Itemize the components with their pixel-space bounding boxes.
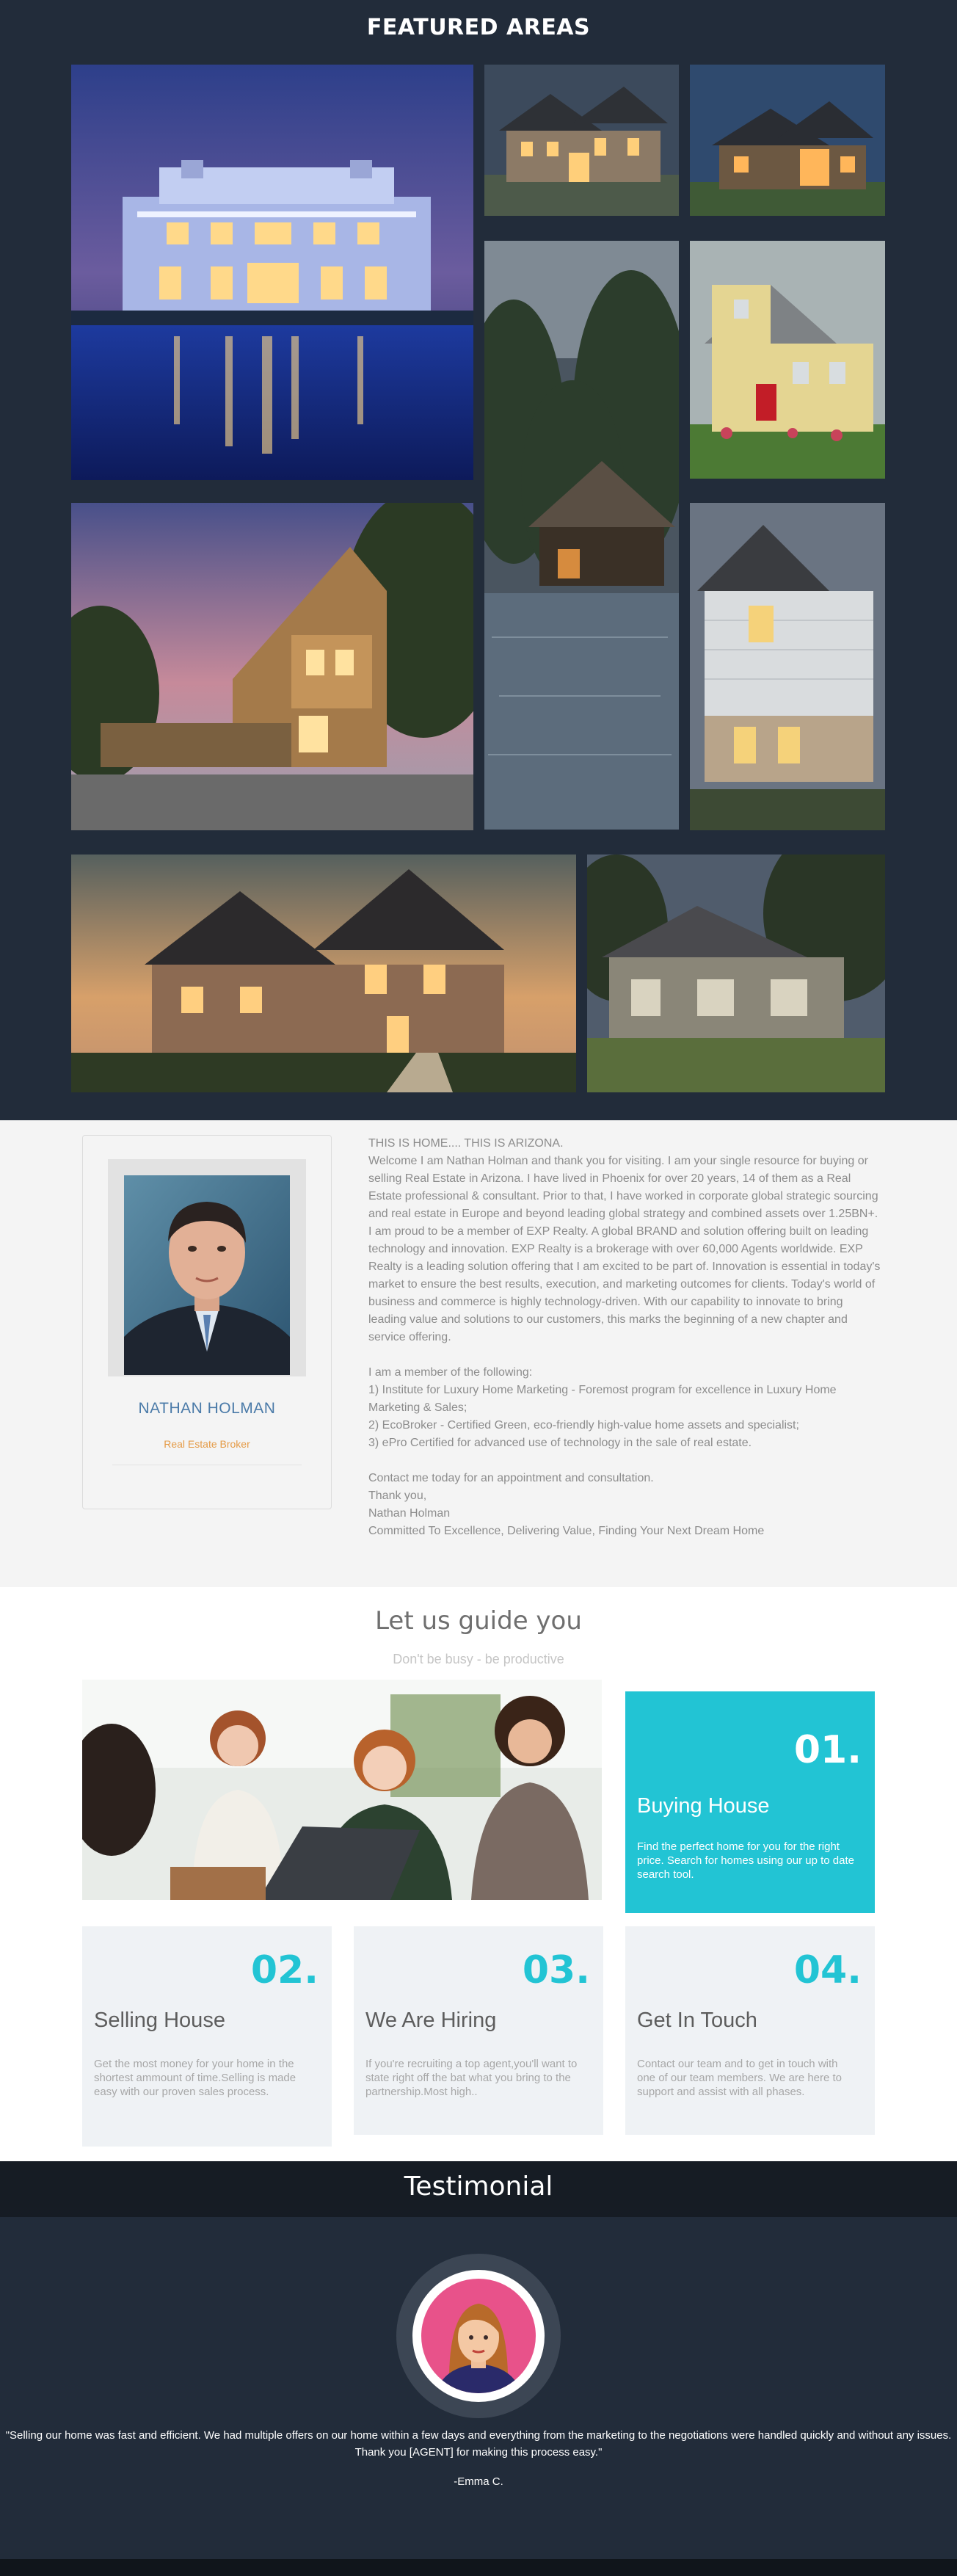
featured-tile-lit-cottage[interactable]	[690, 65, 885, 216]
card-text: Find the perfect home for you for the ri…	[637, 1840, 855, 1881]
service-card-buying[interactable]: 01. Buying House Find the perfect home f…	[625, 1691, 875, 1913]
featured-areas-title: FEATURED AREAS	[366, 15, 591, 40]
agent-photo-frame	[108, 1159, 306, 1376]
card-number: 03.	[522, 1948, 590, 1992]
featured-tile-brick-estate[interactable]	[71, 855, 576, 1092]
service-card-contact[interactable]: 04. Get In Touch Contact our team and to…	[625, 1926, 875, 2135]
guide-title: Let us guide you	[375, 1606, 582, 1636]
card-title: Get In Touch	[637, 2009, 757, 2032]
card-title: Selling House	[94, 2009, 225, 2032]
testimonial-title: Testimonial	[404, 2172, 553, 2202]
featured-tile-ranch-house[interactable]	[587, 855, 885, 1092]
card-number: 04.	[793, 1948, 862, 1992]
card-title: We Are Hiring	[365, 2009, 497, 2032]
featured-tile-grey-siding-house[interactable]	[690, 503, 885, 830]
service-card-selling[interactable]: 02. Selling House Get the most money for…	[82, 1926, 332, 2147]
card-text: If you're recruiting a top agent,you'll …	[365, 2058, 578, 2098]
featured-areas-section: FEATURED AREAS	[0, 0, 957, 1120]
about-section: NATHAN HOLMAN Real Estate Broker THIS IS…	[0, 1120, 957, 1587]
featured-tile-mansion-pool[interactable]	[71, 65, 473, 480]
bio-paragraph-memberships: I am a member of the following: 1) Insti…	[368, 1366, 837, 1449]
testimonial-avatar	[421, 2279, 536, 2393]
featured-tile-modern-wood-house[interactable]	[71, 503, 473, 830]
featured-tile-yellow-house[interactable]	[690, 241, 885, 479]
testimonial-author: -Emma C.	[454, 2475, 503, 2488]
agent-bio: THIS IS HOME.... THIS IS ARIZONA. Welcom…	[368, 1135, 882, 1540]
agent-name: NATHAN HOLMAN	[138, 1400, 276, 1417]
testimonial-quote: "Selling our home was fast and efficient…	[5, 2429, 952, 2459]
service-card-hiring[interactable]: 03. We Are Hiring If you're recruiting a…	[354, 1926, 603, 2135]
card-text: Get the most money for your home in the …	[94, 2058, 296, 2098]
card-text: Contact our team and to get in touch wit…	[637, 2058, 843, 2098]
card-number: 01.	[793, 1728, 862, 1772]
footer-strip	[0, 2559, 957, 2576]
card-title: Buying House	[637, 1794, 770, 1818]
bio-paragraph-contact: Contact me today for an appointment and …	[368, 1472, 765, 1537]
testimonial-section: "Selling our home was fast and efficient…	[0, 2217, 957, 2559]
agent-profile-card: NATHAN HOLMAN Real Estate Broker	[82, 1135, 332, 1509]
team-meeting-photo	[82, 1680, 602, 1900]
bio-paragraph-intro: THIS IS HOME.... THIS IS ARIZONA. Welcom…	[368, 1137, 881, 1343]
card-number: 02.	[250, 1948, 319, 1992]
featured-tile-lake-gazebo[interactable]	[484, 241, 679, 830]
featured-tile-stone-manor[interactable]	[484, 65, 679, 216]
testimonial-avatar-border	[412, 2270, 545, 2402]
agent-photo	[124, 1175, 290, 1375]
guide-section: Let us guide you Don't be busy - be prod…	[0, 1587, 957, 2161]
guide-subtitle: Don't be busy - be productive	[393, 1652, 564, 1666]
agent-role: Real Estate Broker	[164, 1438, 250, 1450]
testimonial-avatar-ring	[396, 2254, 561, 2418]
testimonial-header: Testimonial	[0, 2161, 957, 2217]
